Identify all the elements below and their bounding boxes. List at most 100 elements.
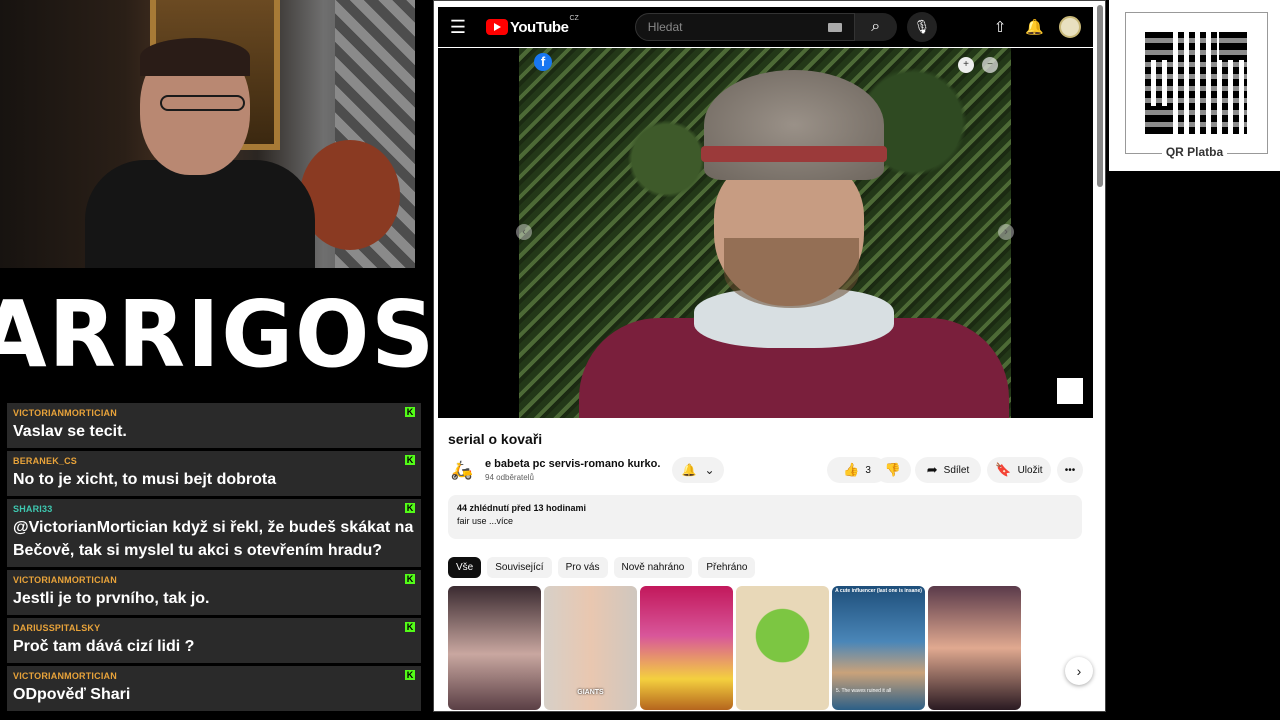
channel-row: 🛵 e babeta pc servis-romano kurko. 94 od… xyxy=(448,456,1088,488)
short-thumbnail[interactable] xyxy=(640,586,733,710)
chat-text: Jestli je to prvního, tak jo. xyxy=(13,590,210,607)
short-caption: GIANTS xyxy=(577,689,604,696)
menu-icon[interactable]: ☰ xyxy=(438,17,478,38)
kick-badge-icon: K xyxy=(405,574,415,584)
short-thumbnail[interactable]: GIANTS xyxy=(544,586,637,710)
search-icon: ⌕ xyxy=(871,18,881,35)
chat-message: SHARI33 @VictorianMortician když si řekl… xyxy=(7,499,421,567)
channel-avatar[interactable]: 🛵 xyxy=(448,456,476,484)
chat-message: VICTORIANMORTICIAN ODpověď Shari K xyxy=(7,666,421,711)
brand-text: YouTube xyxy=(510,18,569,36)
wool-hat xyxy=(704,70,884,180)
streamer-body xyxy=(85,160,315,268)
chat-username[interactable]: DARIUSSPITALSKY xyxy=(13,622,415,635)
hat-band xyxy=(701,146,887,162)
beard xyxy=(724,238,859,308)
qr-code xyxy=(1145,32,1247,134)
bell-icon[interactable]: 🔔 xyxy=(1025,18,1044,36)
short-top-text: A cute influencer (last one is insane) xyxy=(835,588,922,594)
chat-username[interactable]: BERANEK_CS xyxy=(13,455,415,468)
chip-recently-uploaded[interactable]: Nově nahráno xyxy=(613,557,693,578)
share-icon: ➦ xyxy=(926,462,938,477)
dislike-button[interactable]: 👎 xyxy=(875,457,911,483)
video-player[interactable]: f + − ‹ › xyxy=(438,48,1093,418)
kick-badge-icon: K xyxy=(405,455,415,465)
short-thumbnail[interactable] xyxy=(736,586,829,710)
chip-all[interactable]: Vše xyxy=(448,557,482,578)
webcam-feed xyxy=(0,0,415,268)
more-icon: ••• xyxy=(1064,464,1076,476)
thumb-up-icon: 👍 xyxy=(843,462,860,477)
save-label: Uložit xyxy=(1017,464,1043,476)
country-code: CZ xyxy=(569,14,579,22)
kick-badge-icon: K xyxy=(405,503,415,513)
keyboard-icon[interactable] xyxy=(827,22,842,32)
chat-text: No to je xicht, to musi bejt dobrota xyxy=(13,471,277,488)
youtube-logo[interactable]: YouTube CZ xyxy=(486,15,579,36)
avatar[interactable] xyxy=(1059,16,1081,38)
chat-text: Proč tam dává cizí lidi ? xyxy=(13,638,195,655)
chip-for-you[interactable]: Pro vás xyxy=(557,557,608,578)
video-frame xyxy=(519,48,1011,418)
shorts-row: GIANTS A cute influencer (last one is in… xyxy=(448,586,1021,710)
streamer-hair xyxy=(140,38,250,76)
chat-message: VICTORIANMORTICIAN Jestli je to prvního,… xyxy=(7,570,421,615)
chat-username[interactable]: SHARI33 xyxy=(13,503,415,516)
zoom-out-icon[interactable]: − xyxy=(982,57,998,73)
shorts-next-arrow-icon[interactable]: › xyxy=(1065,657,1093,685)
share-label: Sdílet xyxy=(943,464,970,476)
chat-username[interactable]: VICTORIANMORTICIAN xyxy=(13,407,415,420)
glasses xyxy=(160,95,245,111)
like-count: 3 xyxy=(865,464,871,476)
chat-username[interactable]: VICTORIANMORTICIAN xyxy=(13,574,415,587)
kick-badge-icon: K xyxy=(405,622,415,632)
subscribe-bell-button[interactable]: 🔔 ⌄ xyxy=(672,457,724,483)
kick-badge-icon: K xyxy=(405,670,415,680)
upload-icon[interactable]: ⇧ xyxy=(991,18,1009,36)
next-arrow-icon[interactable]: › xyxy=(998,224,1014,240)
youtube-window: ☰ YouTube CZ Hledat ⌕ 🎙 ⇧ 🔔 f + − ‹ › se… xyxy=(433,0,1106,712)
share-button[interactable]: ➦ Sdílet xyxy=(915,457,981,483)
video-title: serial o kovaři xyxy=(448,431,543,447)
stream-logo: ARRIGOS xyxy=(0,268,434,400)
chat-text: Vaslav se tecit. xyxy=(13,423,127,440)
plush-toy xyxy=(300,140,400,250)
view-stats: 44 zhlédnutí před 13 hodinami xyxy=(457,503,587,513)
subscriber-count: 94 odběratelů xyxy=(485,473,534,482)
chat-message: VICTORIANMORTICIAN Vaslav se tecit. K xyxy=(7,403,421,448)
search-placeholder: Hledat xyxy=(647,20,683,34)
chat-message: DARIUSSPITALSKY Proč tam dává cizí lidi … xyxy=(7,618,421,663)
channel-name[interactable]: e babeta pc servis-romano kurko. xyxy=(485,458,660,470)
more-link[interactable]: ...více xyxy=(489,516,513,526)
short-thumbnail[interactable]: A cute influencer (last one is insane) 5… xyxy=(832,586,925,710)
chip-related[interactable]: Související xyxy=(487,557,552,578)
search-input[interactable]: Hledat xyxy=(634,13,855,41)
bell-icon: 🔔 xyxy=(681,463,697,477)
scrollbar[interactable] xyxy=(1097,5,1103,187)
chat-text: ODpověď Shari xyxy=(13,686,131,703)
save-button[interactable]: 🔖 Uložit xyxy=(987,457,1051,483)
zoom-in-icon[interactable]: + xyxy=(958,57,974,73)
youtube-header: ☰ YouTube CZ Hledat ⌕ 🎙 ⇧ 🔔 xyxy=(438,7,1093,47)
qr-payment-box: QR Platba xyxy=(1109,0,1280,171)
youtube-play-icon xyxy=(486,19,508,35)
qr-code-mini xyxy=(1057,378,1083,404)
chat-message: BERANEK_CS No to je xicht, to musi bejt … xyxy=(7,451,421,496)
chip-watched[interactable]: Přehráno xyxy=(698,557,756,578)
logo-text: ARRIGOS xyxy=(0,280,437,388)
search-button[interactable]: ⌕ xyxy=(854,13,897,41)
description-box[interactable]: 44 zhlédnutí před 13 hodinami fair use .… xyxy=(448,495,1082,539)
description-text: fair use xyxy=(457,516,487,526)
more-actions-button[interactable]: ••• xyxy=(1057,457,1083,483)
short-caption: 5. The waves ruined it all xyxy=(836,688,892,694)
filter-chips: Vše Související Pro vás Nově nahráno Pře… xyxy=(448,557,756,578)
mic-icon[interactable]: 🎙 xyxy=(906,12,937,42)
chat-username[interactable]: VICTORIANMORTICIAN xyxy=(13,670,415,683)
short-thumbnail[interactable] xyxy=(928,586,1021,710)
prev-arrow-icon[interactable]: ‹ xyxy=(516,224,532,240)
kick-badge-icon: K xyxy=(405,407,415,417)
short-thumbnail[interactable] xyxy=(448,586,541,710)
thumb-down-icon: 👎 xyxy=(884,462,902,477)
facebook-icon: f xyxy=(534,53,552,71)
bookmark-icon: 🔖 xyxy=(995,462,1012,477)
